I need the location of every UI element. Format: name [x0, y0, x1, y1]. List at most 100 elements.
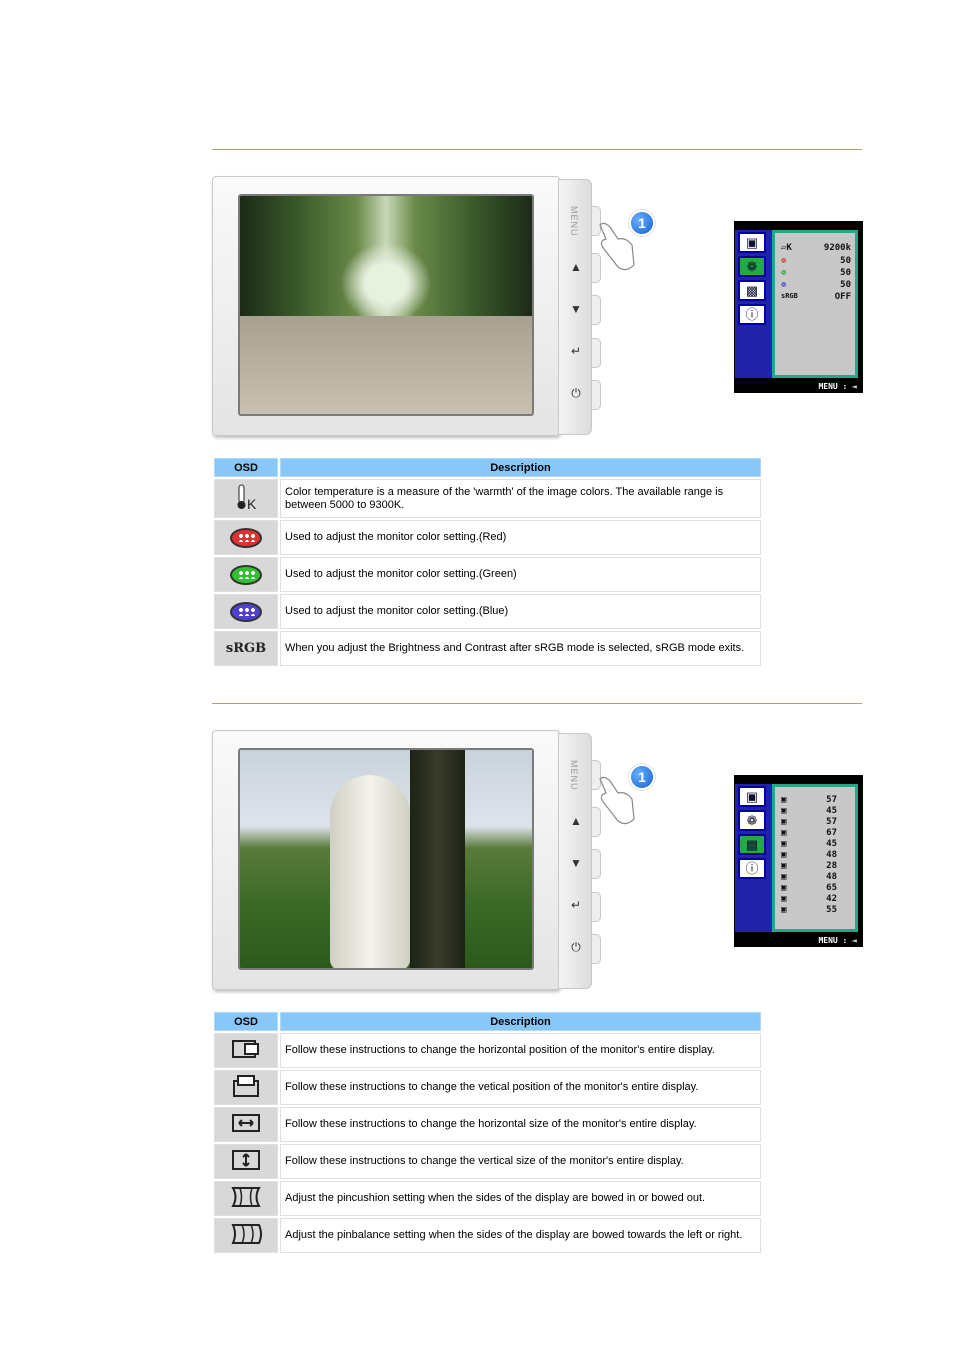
osd-menu-geometry: ▣ ❁ ▩ ⓘ ▣ 57 ▣ 45 ▣ 57 ▣ 67 ▣ 45 ▣ 48 ▣ 28 ▣ 48 ▣ 65 ▣ 42 ▣ 5… [734, 775, 863, 947]
table-row: Used to adjust the monitor color setting… [214, 557, 761, 592]
osd-value: 67 [826, 828, 837, 838]
svg-text:K: K [247, 496, 257, 512]
geometry-item-icon: ▣ [781, 806, 787, 816]
monitor-illustration [212, 730, 560, 990]
menu-label: MENU [569, 206, 579, 237]
osd-value: 50 [840, 256, 851, 266]
osd-value: 57 [826, 795, 837, 805]
enter-button-icon: ↵ [570, 898, 582, 912]
power-button-icon: ⏻ [571, 386, 581, 400]
row-description: Used to adjust the monitor color setting… [280, 557, 761, 592]
panel-tab [592, 380, 601, 410]
row-description: Follow these instructions to change the … [280, 1070, 761, 1105]
alley-photo [240, 196, 532, 414]
table-row: sRGB When you adjust the Brightness and … [214, 631, 761, 666]
statue-figure [330, 775, 410, 968]
color-icon: ❁ [738, 256, 766, 277]
enter-button-icon: ↵ [570, 344, 582, 358]
temperature-icon: ▱K [781, 243, 792, 253]
osd-icon-column: ▣ ❁ ▩ ⓘ [735, 784, 773, 932]
table-row: Follow these instructions to change the … [214, 1033, 761, 1068]
geometry-icon: ▩ [738, 834, 766, 855]
menu-label: MENU [569, 760, 579, 791]
osd-value: 50 [840, 268, 851, 278]
monitor-button-panel: MENU ▲ ▼ ↵ ⏻ [558, 179, 601, 435]
picture-icon: ▣ [738, 786, 766, 807]
srgb-icon: sRGB [214, 631, 278, 666]
geometry-item-icon: ▣ [781, 828, 787, 838]
row-description: Follow these instructions to change the … [280, 1107, 761, 1142]
geometry-item-icon: ▣ [781, 817, 787, 827]
pincushion-icon [214, 1181, 278, 1216]
color-temperature-icon: K [214, 479, 278, 518]
osd-value: 50 [840, 280, 851, 290]
srgb-label: sRGB [225, 641, 267, 656]
panel-tab [592, 338, 601, 368]
row-description: Used to adjust the monitor color setting… [280, 594, 761, 629]
srgb-icon: sRGB [781, 292, 798, 300]
down-button-icon: ▼ [570, 856, 582, 870]
row-description: Adjust the pinbalance setting when the s… [280, 1218, 761, 1253]
osd-row: ▱K 9200k [781, 243, 851, 255]
step-badge: 1 [629, 210, 655, 236]
up-button-icon: ▲ [570, 260, 582, 274]
blue-palette-icon [214, 594, 278, 629]
osd-value: 9200k [823, 243, 851, 253]
row-description: Color temperature is a measure of the 'w… [280, 479, 761, 518]
green-palette-icon: ❁ [781, 268, 787, 278]
osd-value: 57 [826, 817, 837, 827]
osd-row: ❁ 50 [781, 256, 851, 268]
geometry-item-icon: ▣ [781, 795, 787, 805]
monitor-screen [238, 748, 534, 970]
section-divider [212, 149, 862, 150]
table-row: Adjust the pincushion setting when the s… [214, 1181, 761, 1216]
osd-value-panel: ▣ 57 ▣ 45 ▣ 57 ▣ 67 ▣ 45 ▣ 48 ▣ 28 ▣ 48 ▣ 65 ▣ 42 ▣ 55 [772, 784, 858, 932]
table-row: Used to adjust the monitor color setting… [214, 594, 761, 629]
monitor-button-panel: MENU ▲ ▼ ↵ ⏻ [558, 733, 601, 989]
row-description: Follow these instructions to change the … [280, 1033, 761, 1068]
osd-row: ▣ 55 [781, 905, 851, 917]
row-description: When you adjust the Brightness and Contr… [280, 631, 761, 666]
panel-tab [592, 295, 601, 325]
panel-tab [592, 849, 601, 879]
osd-value: 45 [826, 806, 837, 816]
row-description: Adjust the pincushion setting when the s… [280, 1181, 761, 1216]
geometry-item-icon: ▣ [781, 839, 787, 849]
pinbalance-icon [214, 1218, 278, 1253]
picture-icon: ▣ [738, 232, 766, 253]
power-button-icon: ⏻ [571, 940, 581, 954]
red-palette-icon [214, 520, 278, 555]
table-row: Adjust the pinbalance setting when the s… [214, 1218, 761, 1253]
info-icon: ⓘ [738, 858, 766, 879]
osd-value: 48 [826, 850, 837, 860]
geometry-icon: ▩ [738, 280, 766, 301]
geometry-item-icon: ▣ [781, 872, 787, 882]
palm-trunk [410, 750, 465, 968]
horizontal-size-icon [214, 1107, 278, 1142]
geometry-item-icon: ▣ [781, 905, 787, 915]
panel-tab [592, 892, 601, 922]
monitor-illustration [212, 176, 560, 436]
horizontal-position-icon [214, 1033, 278, 1068]
color-osd-table: OSD Description K Color temperature is a… [212, 456, 763, 668]
geometry-item-icon: ▣ [781, 883, 787, 893]
panel-tab [592, 934, 601, 964]
vertical-size-icon [214, 1144, 278, 1179]
row-description: Follow these instructions to change the … [280, 1144, 761, 1179]
vertical-position-icon [214, 1070, 278, 1105]
up-button-icon: ▲ [570, 814, 582, 828]
osd-value: 42 [826, 894, 837, 904]
osd-header: OSD [214, 458, 278, 477]
osd-value-panel: ▱K 9200k ❁ 50 ❁ 50 ❁ 50 sRGB OFF [772, 230, 858, 378]
description-header: Description [280, 458, 761, 477]
osd-row: ❁ 50 [781, 280, 851, 292]
statue-photo [240, 750, 532, 968]
osd-footer: MENU : ⇥ [818, 382, 857, 391]
info-icon: ⓘ [738, 304, 766, 325]
geometry-osd-table: OSD Description Follow these instruction… [212, 1010, 763, 1255]
geometry-item-icon: ▣ [781, 894, 787, 904]
osd-value: OFF [834, 292, 851, 302]
osd-footer: MENU : ⇥ [818, 936, 857, 945]
green-palette-icon [214, 557, 278, 592]
osd-value: 65 [826, 883, 837, 893]
